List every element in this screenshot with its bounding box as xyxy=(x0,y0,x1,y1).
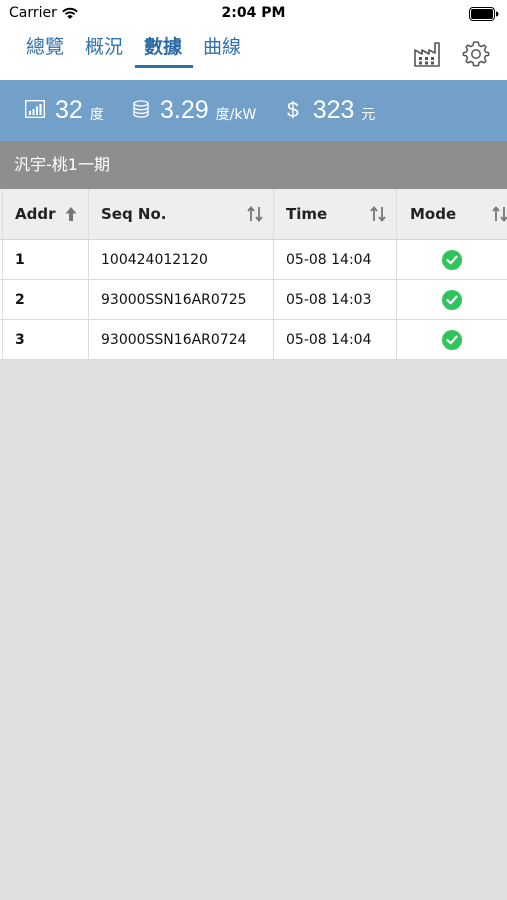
column-header-addr[interactable]: Addr xyxy=(2,189,89,239)
tab-curves[interactable]: 曲線 xyxy=(203,35,241,67)
revenue-metric: $ 323 元 xyxy=(287,80,375,141)
site-name-bar[interactable]: 汎宇-桃1一期 xyxy=(0,141,507,189)
site-name: 汎宇-桃1一期 xyxy=(14,155,110,174)
status-bar: Carrier 2:04 PM xyxy=(0,0,507,28)
seq-cell: 93000SSN16AR0724 xyxy=(88,320,273,359)
sort-toggle-icon[interactable] xyxy=(492,206,507,226)
rate-value: 3.29 xyxy=(160,96,209,124)
summary-band: 32 度 3.29 度/kW $ 323 元 xyxy=(0,80,507,141)
status-time: 2:04 PM xyxy=(221,5,286,21)
active-tab-indicator xyxy=(135,65,193,68)
signal-chart-icon xyxy=(25,99,45,122)
energy-metric: 32 度 xyxy=(25,80,104,141)
column-header-time[interactable]: Time xyxy=(273,189,397,239)
sort-toggle-icon[interactable] xyxy=(247,206,263,226)
rate-metric: 3.29 度/kW xyxy=(132,80,256,141)
rate-unit: 度/kW xyxy=(215,106,257,123)
database-icon xyxy=(132,99,150,122)
tab-data[interactable]: 數據 xyxy=(144,35,182,67)
column-label: Addr xyxy=(15,205,56,223)
sort-ascending-icon[interactable] xyxy=(65,206,77,226)
energy-unit: 度 xyxy=(89,106,104,123)
column-label: Time xyxy=(286,205,328,223)
revenue-unit: 元 xyxy=(361,106,376,123)
column-header-seq[interactable]: Seq No. xyxy=(88,189,273,239)
addr-cell: 2 xyxy=(2,280,89,319)
dollar-icon: $ xyxy=(287,98,299,122)
column-label: Seq No. xyxy=(101,205,167,223)
check-circle-icon xyxy=(442,329,462,350)
check-circle-icon xyxy=(442,249,462,270)
addr-cell: 3 xyxy=(2,320,89,359)
column-header-mode[interactable]: Mode xyxy=(396,189,507,239)
battery-icon xyxy=(469,6,499,25)
tab-status[interactable]: 概況 xyxy=(85,35,123,67)
column-label: Mode xyxy=(410,205,457,223)
energy-value: 32 xyxy=(55,96,83,124)
table-header-row: Addr Seq No. Time Mode xyxy=(0,189,507,240)
table-row[interactable]: 3 93000SSN16AR0724 05-08 14:04 xyxy=(0,320,507,360)
seq-cell: 100424012120 xyxy=(88,240,273,279)
gear-icon[interactable] xyxy=(462,40,490,72)
tab-overview[interactable]: 總覽 xyxy=(26,35,64,67)
check-circle-icon xyxy=(442,289,462,310)
revenue-value: 323 xyxy=(312,96,355,124)
time-cell: 05-08 14:04 xyxy=(273,240,397,279)
seq-cell: 93000SSN16AR0725 xyxy=(88,280,273,319)
table-row[interactable]: 1 100424012120 05-08 14:04 xyxy=(0,240,507,280)
sort-toggle-icon[interactable] xyxy=(370,206,386,226)
time-cell: 05-08 14:04 xyxy=(273,320,397,359)
addr-cell: 1 xyxy=(2,240,89,279)
app-screen: Carrier 2:04 PM 總覽 概況 數據 曲線 32 度 3.29 度/… xyxy=(0,0,507,900)
inverter-table: Addr Seq No. Time Mode 1 100424012120 05… xyxy=(0,189,507,360)
factory-icon[interactable] xyxy=(413,40,443,72)
time-cell: 05-08 14:03 xyxy=(273,280,397,319)
table-row[interactable]: 2 93000SSN16AR0725 05-08 14:03 xyxy=(0,280,507,320)
mode-cell xyxy=(396,240,507,279)
mode-cell xyxy=(396,320,507,359)
mode-cell xyxy=(396,280,507,319)
